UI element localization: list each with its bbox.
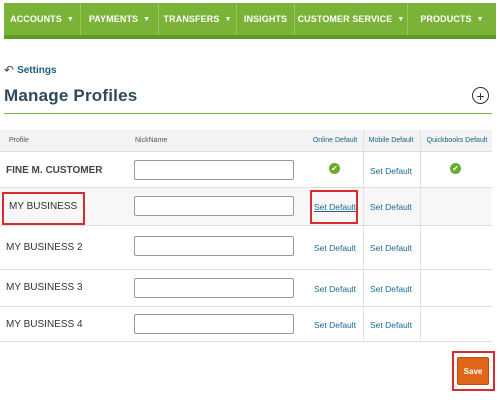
nickname-input[interactable] <box>134 314 294 334</box>
table-row: MY BUSINESS 3 Set Default Set Default <box>0 270 492 307</box>
breadcrumb-settings-link[interactable]: Settings <box>17 65 56 76</box>
column-divider <box>363 226 364 269</box>
online-set-default-link[interactable]: Set Default <box>308 320 362 330</box>
nav-accounts[interactable]: ACCOUNTS ▼ <box>4 3 81 35</box>
column-divider <box>420 152 421 187</box>
table-header: Profile NickName Online Default Mobile D… <box>0 130 492 152</box>
column-divider <box>420 188 421 225</box>
nickname-input[interactable] <box>134 278 294 298</box>
nav-accounts-label: ACCOUNTS <box>10 14 62 24</box>
nav-customer-service[interactable]: CUSTOMER SERVICE ▼ <box>295 3 408 35</box>
column-divider <box>363 152 364 187</box>
nickname-input[interactable] <box>134 196 294 216</box>
header-profile: Profile <box>9 137 29 144</box>
quickbooks-default-check-icon: ✔ <box>450 163 461 174</box>
column-divider <box>420 270 421 306</box>
column-divider <box>420 226 421 269</box>
header-online-default: Online Default <box>312 137 358 144</box>
page-title: Manage Profiles <box>4 86 138 105</box>
profiles-table: Profile NickName Online Default Mobile D… <box>0 130 492 342</box>
nav-transfers[interactable]: TRANSFERS ▼ <box>159 3 237 35</box>
add-profile-button[interactable]: + <box>472 87 489 104</box>
nav-insights-label: INSIGHTS <box>243 14 288 24</box>
header-mobile-default: Mobile Default <box>368 137 414 144</box>
column-divider <box>363 307 364 341</box>
mobile-set-default-link[interactable]: Set Default <box>365 243 417 253</box>
column-divider <box>363 188 364 225</box>
nav-products[interactable]: PRODUCTS ▼ <box>408 3 496 35</box>
online-set-default-link[interactable]: Set Default <box>308 243 362 253</box>
save-button[interactable]: Save <box>457 357 489 385</box>
highlight-set-default-box <box>310 190 358 224</box>
nav-transfers-label: TRANSFERS <box>163 14 220 24</box>
nav-payments-label: PAYMENTS <box>88 14 139 24</box>
header-quickbooks-default: Quickbooks Default <box>426 137 488 144</box>
profile-name: MY BUSINESS 3 <box>6 282 83 293</box>
chevron-down-icon: ▼ <box>143 15 151 23</box>
table-row: MY BUSINESS 2 Set Default Set Default <box>0 226 492 270</box>
highlight-profile-box <box>2 192 85 225</box>
nav-insights[interactable]: INSIGHTS <box>237 3 295 35</box>
mobile-set-default-link[interactable]: Set Default <box>365 284 417 294</box>
mobile-set-default-link[interactable]: Set Default <box>365 166 417 176</box>
chevron-down-icon: ▼ <box>476 15 484 23</box>
column-divider <box>363 130 364 151</box>
table-row: FINE M. CUSTOMER ✔ Set Default ✔ <box>0 152 492 188</box>
online-set-default-link[interactable]: Set Default <box>308 284 362 294</box>
profile-name: FINE M. CUSTOMER <box>6 165 103 176</box>
chevron-down-icon: ▼ <box>66 15 74 23</box>
profile-name: MY BUSINESS 4 <box>6 319 83 330</box>
column-divider <box>420 130 421 151</box>
mobile-set-default-link[interactable]: Set Default <box>365 202 417 212</box>
nav-payments[interactable]: PAYMENTS ▼ <box>81 3 159 35</box>
nickname-input[interactable] <box>134 236 294 256</box>
nickname-input[interactable] <box>134 160 294 180</box>
profile-name: MY BUSINESS 2 <box>6 242 83 253</box>
plus-icon: + <box>476 87 485 104</box>
table-row: MY BUSINESS 4 Set Default Set Default <box>0 307 492 342</box>
column-divider <box>363 270 364 306</box>
breadcrumb[interactable]: ↶ Settings <box>4 63 57 77</box>
column-divider <box>420 307 421 341</box>
nav-customer-service-label: CUSTOMER SERVICE <box>297 14 393 24</box>
chevron-down-icon: ▼ <box>224 15 232 23</box>
title-divider <box>4 113 492 114</box>
mobile-set-default-link[interactable]: Set Default <box>365 320 417 330</box>
main-nav: ACCOUNTS ▼ PAYMENTS ▼ TRANSFERS ▼ INSIGH… <box>4 3 496 39</box>
online-default-check-icon: ✔ <box>329 163 340 174</box>
chevron-down-icon: ▼ <box>397 15 405 23</box>
nav-products-label: PRODUCTS <box>420 14 472 24</box>
back-arrow-icon: ↶ <box>4 63 15 77</box>
header-nickname: NickName <box>135 137 168 144</box>
